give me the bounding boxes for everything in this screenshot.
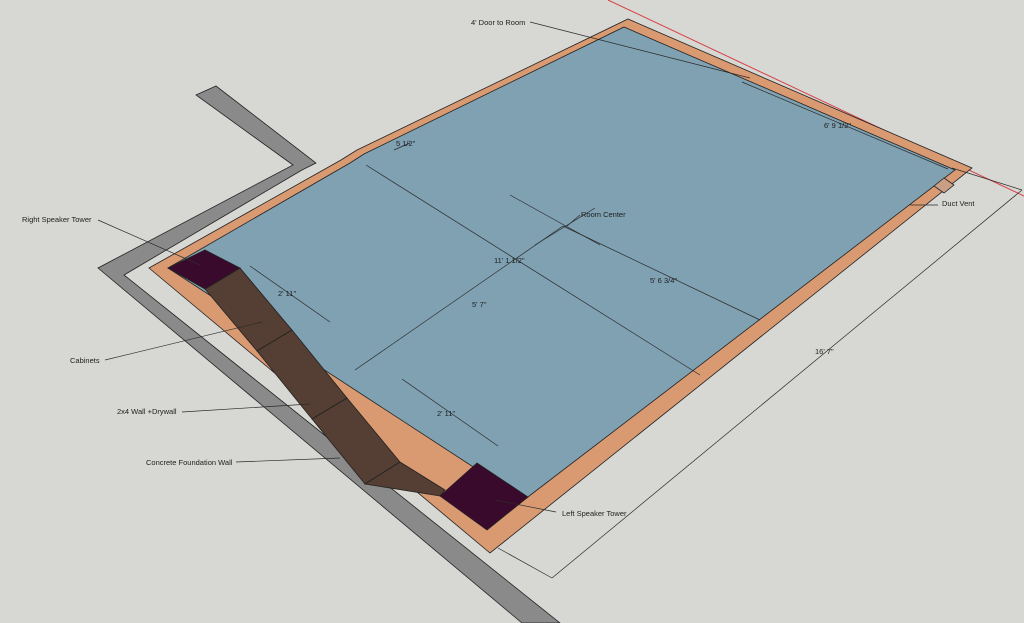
label-duct-vent: Duct Vent: [942, 199, 975, 208]
label-left-speaker-tower: Left Speaker Tower: [562, 509, 627, 518]
label-foundation-wall: Concrete Foundation Wall: [146, 458, 233, 467]
dim-center-cabinet-wall: 5' 7": [472, 300, 487, 309]
dim-door-offset: 6' 9 1/2": [824, 121, 851, 130]
label-cabinets: Cabinets: [70, 356, 100, 365]
label-right-speaker-tower: Right Speaker Tower: [22, 215, 92, 224]
dim-center-far-wall: 5' 6 3/4": [650, 276, 677, 285]
dim-left-gap: 2' 11": [437, 409, 455, 418]
dim-room-length: 11' 1 1/2": [494, 256, 525, 265]
dim-notch: 5 1/2": [396, 139, 416, 148]
dim-room-width: 16' 7": [815, 347, 834, 356]
dim-right-gap: 2' 11": [278, 289, 296, 298]
label-door-to-room: 4' Door to Room: [471, 18, 525, 27]
label-room-center: Room Center: [581, 210, 626, 219]
label-2x4-wall: 2x4 Wall +Drywall: [117, 407, 177, 416]
floor-plan-canvas: 4' Door to Room Duct Vent Right Speaker …: [22, 0, 1024, 623]
